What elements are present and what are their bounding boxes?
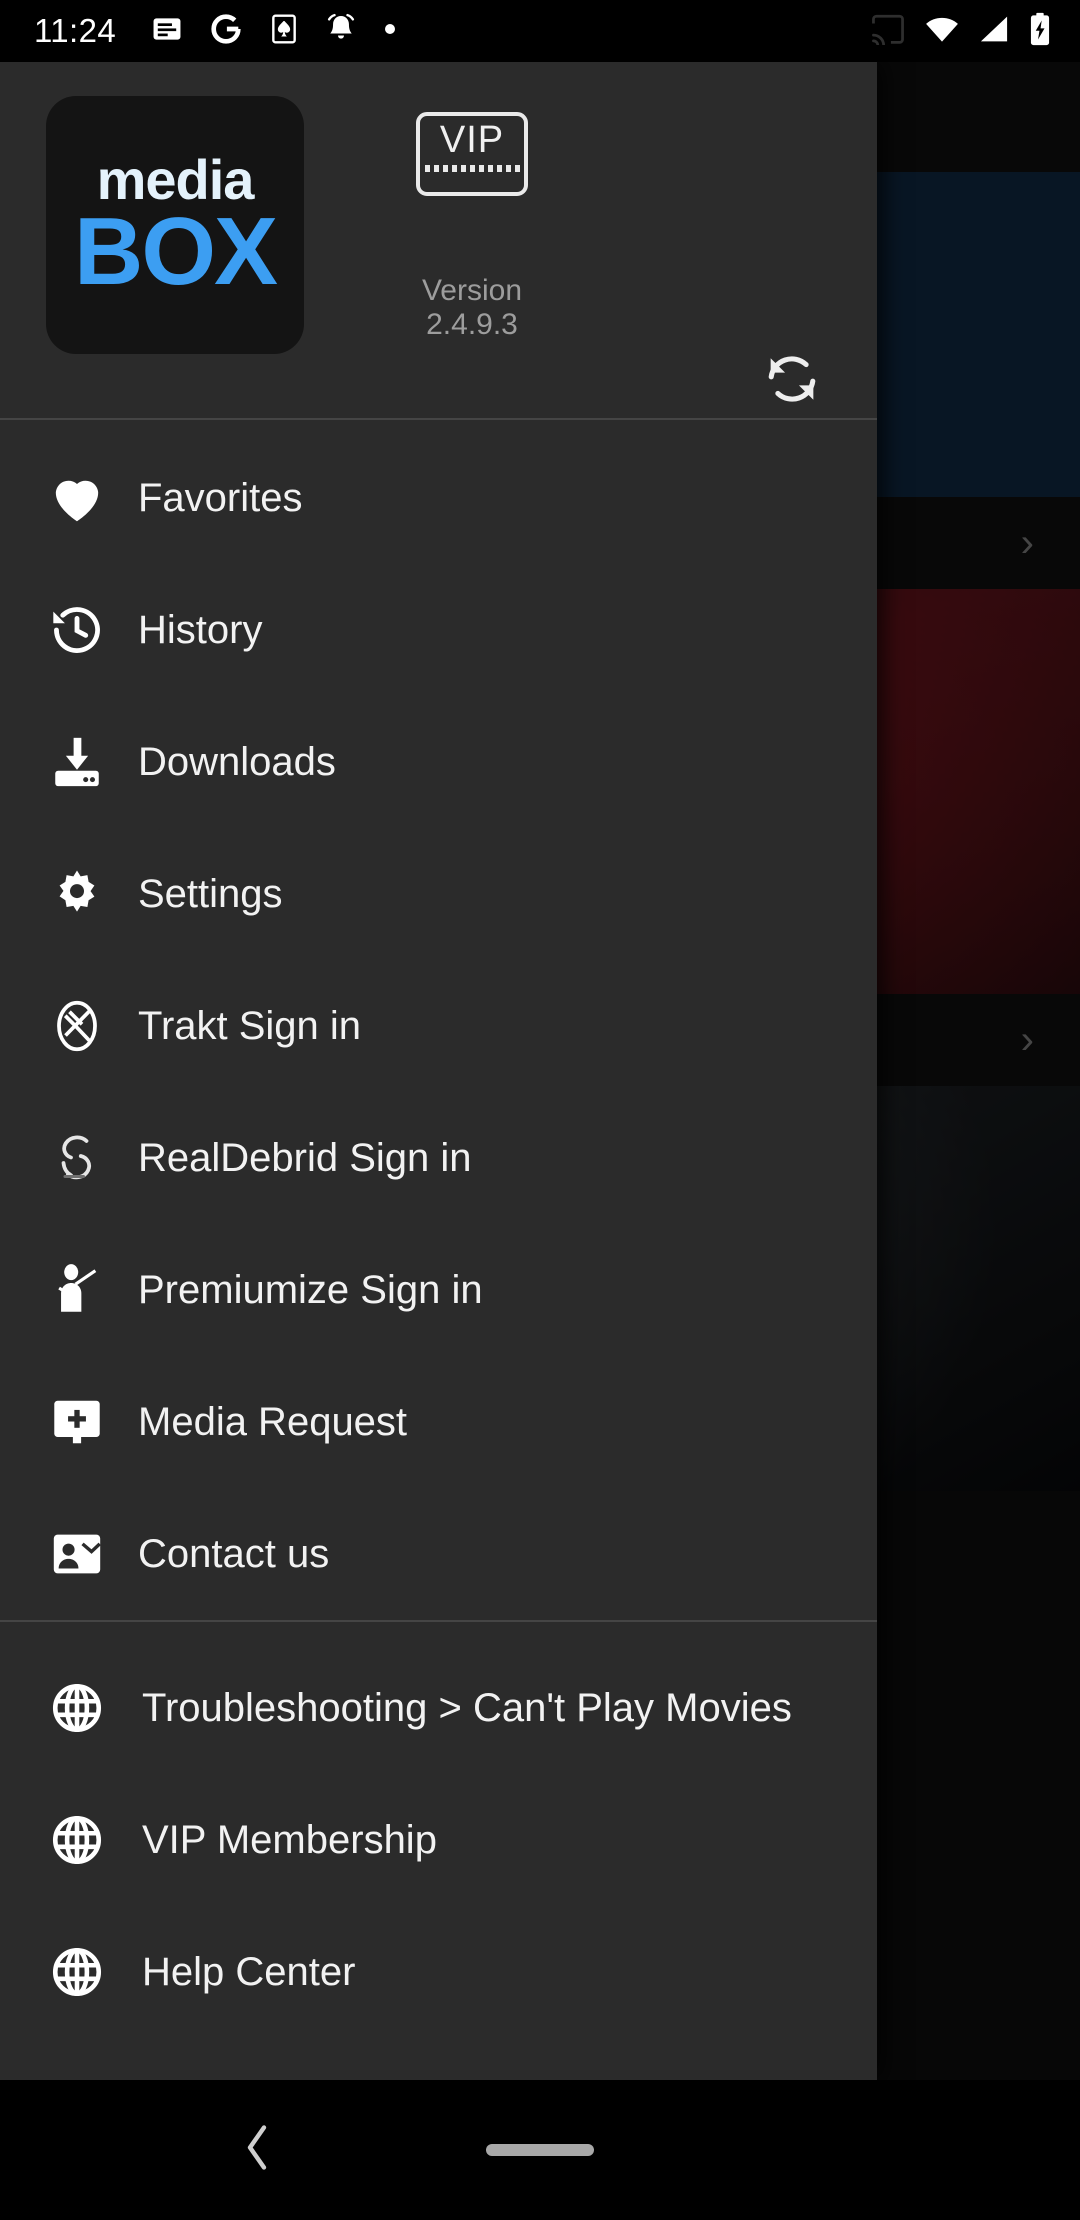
globe-icon [34, 1811, 120, 1869]
signal-icon [978, 14, 1010, 49]
menu-item-label: RealDebrid Sign in [138, 1135, 472, 1180]
vip-badge: VIP [416, 112, 528, 196]
menu-item-realdebrid-sign-in[interactable]: RealDebrid Sign in [0, 1092, 877, 1224]
menu-item-contact-us[interactable]: Contact us [0, 1488, 877, 1620]
globe-icon [34, 1679, 120, 1737]
heart-icon [34, 467, 120, 529]
history-clock-icon [34, 601, 120, 659]
trakt-icon [34, 996, 120, 1056]
dot-icon [382, 21, 398, 42]
menu-item-help-center[interactable]: Help Center [0, 1906, 877, 2038]
status-bar-notification-icons [150, 11, 398, 52]
monitor-plus-icon [34, 1393, 120, 1451]
app-version-label: Version 2.4.9.3 [421, 274, 523, 341]
contact-card-icon [34, 1525, 120, 1583]
refresh-icon[interactable] [755, 342, 829, 416]
menu-item-trakt-sign-in[interactable]: Trakt Sign in [0, 960, 877, 1092]
system-nav-bar [0, 2080, 1080, 2220]
cast-icon [870, 13, 906, 50]
menu-item-label: Contact us [138, 1531, 330, 1576]
drawer-menu-primary: Favorites History Downloads Settings Tra… [0, 420, 877, 1620]
menu-item-label: Media Request [138, 1399, 408, 1444]
navigation-drawer: media BOX VIP Version 2.4.9.3 Favorites … [0, 62, 877, 2080]
download-icon [34, 733, 120, 791]
menu-item-downloads[interactable]: Downloads [0, 696, 877, 828]
battery-charging-icon [1028, 12, 1052, 51]
menu-item-label: Trakt Sign in [138, 1003, 362, 1048]
vip-badge-label: VIP [439, 119, 505, 161]
menu-item-label: Downloads [138, 739, 336, 784]
film-perforations-icon [424, 165, 520, 172]
menu-item-label: Settings [138, 871, 283, 916]
menu-item-label: VIP Membership [142, 1817, 437, 1862]
menu-item-favorites[interactable]: Favorites [0, 432, 877, 564]
menu-item-premiumize-sign-in[interactable]: Premiumize Sign in [0, 1224, 877, 1356]
menu-item-label: Troubleshooting > Can't Play Movies [142, 1685, 792, 1730]
card-spade-icon [268, 12, 300, 51]
message-icon [150, 12, 184, 51]
menu-item-history[interactable]: History [0, 564, 877, 696]
realdebrid-icon [34, 1128, 120, 1188]
wifi-icon [924, 14, 960, 49]
back-chevron-icon[interactable] [238, 2120, 278, 2181]
menu-item-settings[interactable]: Settings [0, 828, 877, 960]
menu-item-label: Premiumize Sign in [138, 1267, 483, 1312]
menu-item-media-request[interactable]: Media Request [0, 1356, 877, 1488]
menu-item-vip-membership[interactable]: VIP Membership [0, 1774, 877, 1906]
menu-item-label: Favorites [138, 475, 303, 520]
status-bar: 11:24 [0, 0, 1080, 62]
globe-icon [34, 1943, 120, 2001]
status-bar-clock: 11:24 [34, 12, 117, 49]
drawer-header: media BOX VIP Version 2.4.9.3 [0, 62, 877, 418]
menu-item-label: Help Center [142, 1949, 356, 1994]
alarm-bell-icon [324, 12, 358, 51]
phone-screen: TV S › NETFLIX O WATCH R... › NSTERS AN … [0, 0, 1080, 2220]
menu-item-troubleshooting[interactable]: Troubleshooting > Can't Play Movies [0, 1642, 877, 1774]
app-logo: media BOX [46, 96, 304, 354]
logo-text-box: BOX [73, 198, 278, 306]
gear-icon [34, 865, 120, 923]
home-pill-icon[interactable] [486, 2144, 594, 2156]
status-bar-system-icons [870, 12, 1052, 51]
google-icon [208, 11, 244, 52]
drawer-menu-links: Troubleshooting > Can't Play Movies VIP … [0, 1622, 877, 2038]
premiumize-icon [34, 1261, 120, 1319]
menu-item-label: History [138, 607, 263, 652]
